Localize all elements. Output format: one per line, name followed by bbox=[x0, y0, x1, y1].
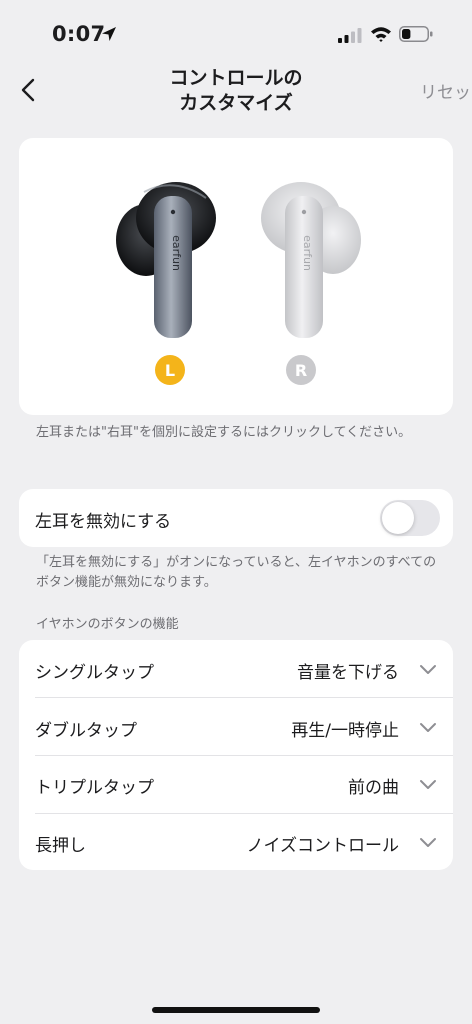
right-earbud-image[interactable]: earfun bbox=[253, 178, 363, 348]
cellular-signal-icon bbox=[338, 28, 362, 43]
wifi-icon bbox=[371, 27, 391, 42]
customize-controls-screen: 0:07 コントロールの カスタマイズ リセット bbox=[0, 0, 472, 1024]
earbuds-card: earfun earfun L R bbox=[19, 138, 453, 415]
disable-left-ear-row: 左耳を無効にする bbox=[19, 489, 453, 547]
chevron-down-icon bbox=[420, 722, 436, 732]
brand-logo-left: earfun bbox=[170, 235, 183, 271]
function-label: 長押し bbox=[35, 835, 86, 856]
function-value: 音量を下げる bbox=[297, 663, 399, 683]
disable-left-ear-label: 左耳を無効にする bbox=[35, 512, 172, 532]
function-row-double-tap[interactable]: ダブルタップ 再生/一時停止 bbox=[19, 698, 453, 756]
reset-button[interactable]: リセット bbox=[420, 78, 472, 103]
page-title-line2: カスタマイズ bbox=[179, 92, 293, 114]
function-value: 前の曲 bbox=[348, 778, 399, 798]
function-row-long-press[interactable]: 長押し ノイズコントロール bbox=[19, 813, 453, 871]
button-functions-section-title: イヤホンのボタンの機能 bbox=[36, 617, 179, 632]
function-label: ダブルタップ bbox=[35, 720, 137, 741]
location-arrow-icon bbox=[102, 27, 116, 41]
function-label: シングルタップ bbox=[35, 663, 154, 683]
left-earbud-image[interactable]: earfun bbox=[114, 178, 224, 348]
battery-icon bbox=[399, 26, 433, 42]
right-earbud-badge[interactable]: R bbox=[286, 355, 316, 385]
chevron-left-icon bbox=[21, 78, 35, 102]
function-label: トリプルタップ bbox=[35, 778, 154, 798]
status-time: 0:07 bbox=[52, 22, 106, 46]
home-indicator[interactable] bbox=[152, 1007, 320, 1013]
page-title-line1: コントロールの bbox=[169, 67, 303, 89]
function-value: ノイズコントロール bbox=[246, 835, 400, 856]
status-bar: 0:07 bbox=[0, 0, 472, 70]
toggle-knob bbox=[382, 502, 414, 534]
function-value: 再生/一時停止 bbox=[291, 720, 399, 741]
chevron-down-icon bbox=[420, 780, 436, 789]
function-row-single-tap[interactable]: シングルタップ 音量を下げる bbox=[19, 640, 453, 698]
brand-logo-right: earfun bbox=[301, 235, 314, 271]
left-earbud-badge[interactable]: L bbox=[155, 355, 185, 385]
disable-left-ear-hint: 「左耳を無効にする」がオンになっていると、左イヤホンのすべてのボタン機能が無効に… bbox=[36, 555, 437, 590]
page-title: コントロールの カスタマイズ bbox=[120, 66, 352, 116]
button-functions-card: シングルタップ 音量を下げる ダブルタップ 再生/一時停止 トリプルタップ 前の… bbox=[19, 640, 453, 870]
chevron-down-icon bbox=[420, 665, 436, 674]
chevron-down-icon bbox=[420, 837, 436, 847]
earbud-selection-hint: 左耳または"右耳"を個別に設定するにはクリックしてください。 bbox=[36, 425, 412, 440]
back-button[interactable] bbox=[14, 76, 42, 104]
function-row-triple-tap[interactable]: トリプルタップ 前の曲 bbox=[19, 755, 453, 813]
disable-left-ear-toggle[interactable] bbox=[380, 500, 440, 536]
